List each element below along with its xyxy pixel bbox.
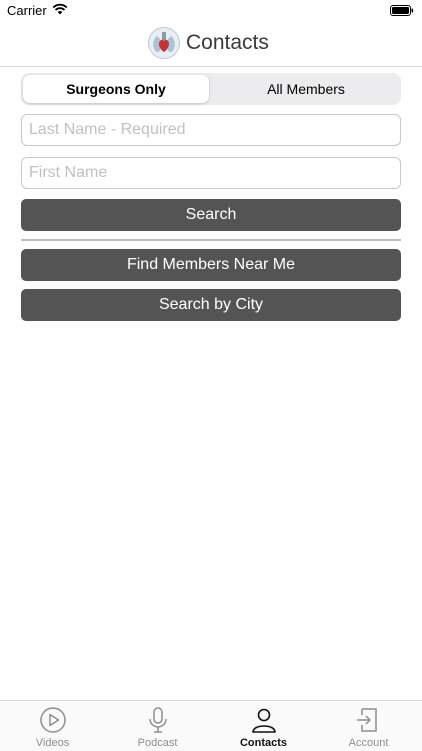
play-circle-icon [39,707,66,733]
status-bar: Carrier [0,0,422,22]
tab-podcast[interactable]: Podcast [105,701,210,751]
tab-podcast-label: Podcast [137,737,178,749]
heart-lungs-logo [148,27,180,59]
first-name-field[interactable] [21,157,401,189]
wifi-icon [52,3,68,15]
segment-all-members[interactable]: All Members [213,75,399,103]
person-icon [251,708,276,733]
divider [21,239,401,241]
microphone-icon [148,707,167,733]
carrier-label: Carrier [7,3,47,18]
segment-surgeons-only[interactable]: Surgeons Only [23,75,209,103]
tab-account[interactable]: Account [316,701,421,751]
search-button[interactable]: Search [21,199,401,231]
tab-contacts[interactable]: Contacts [211,701,316,751]
member-type-segmented-control: Surgeons Only All Members [21,73,401,105]
find-members-near-me-button[interactable]: Find Members Near Me [21,249,401,281]
search-by-city-button[interactable]: Search by City [21,289,401,321]
battery-icon [390,5,414,16]
last-name-field[interactable] [21,114,401,146]
tab-videos[interactable]: Videos [0,701,105,751]
tab-bar: Videos Podcast Contacts Account [0,700,422,751]
page-title: Contacts [186,31,269,54]
tab-videos-label: Videos [35,737,70,749]
login-icon [356,708,377,732]
tab-account-label: Account [348,737,389,749]
tab-contacts-label: Contacts [239,737,288,749]
